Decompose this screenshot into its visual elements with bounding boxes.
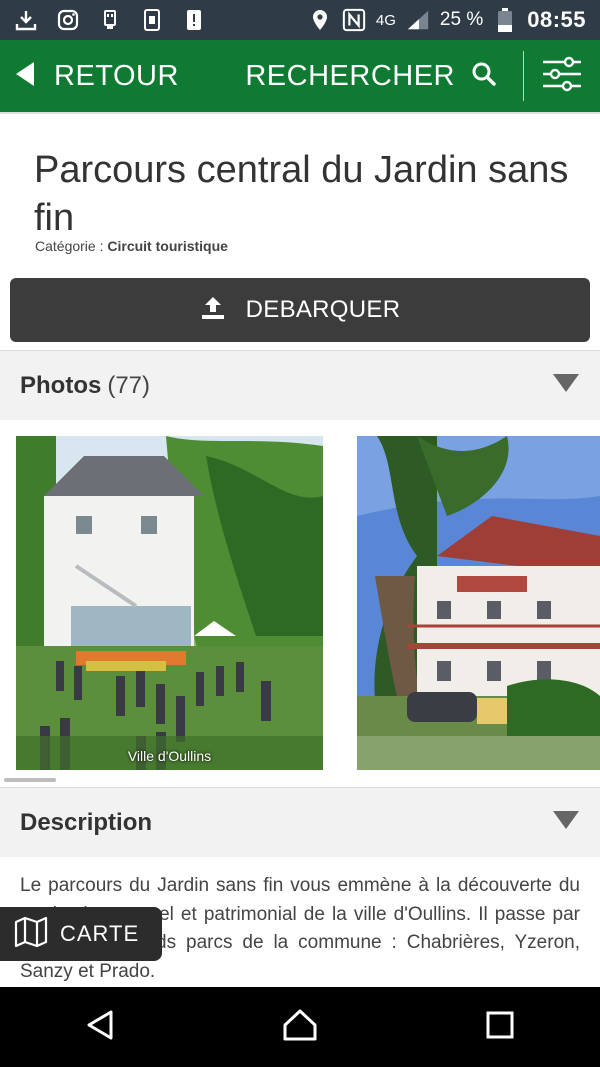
category-value: Circuit touristique: [107, 238, 228, 254]
page-title: Parcours central du Jardin sans fin: [34, 149, 569, 239]
caret-down-icon: [552, 373, 580, 398]
nav-recents-button[interactable]: [460, 987, 540, 1067]
download-icon: [14, 8, 38, 32]
photos-carousel[interactable]: Ville d'Oullins: [0, 420, 600, 790]
nav-back-button[interactable]: [60, 987, 140, 1067]
recents-icon: [485, 1010, 515, 1045]
notification-icons: [14, 8, 206, 32]
signal-icon: [406, 8, 430, 32]
sliders-icon: [541, 56, 583, 97]
app-header: RETOUR RECHERCHER: [0, 40, 600, 112]
photo-item[interactable]: [357, 436, 600, 770]
map-button[interactable]: CARTE: [0, 907, 162, 961]
home-icon: [282, 1008, 318, 1047]
network-type: 4G: [375, 11, 396, 29]
filter-settings-button[interactable]: [524, 40, 600, 112]
photos-section-header[interactable]: Photos (77): [0, 350, 600, 420]
search-button[interactable]: RECHERCHER: [245, 40, 497, 112]
carousel-scrollbar[interactable]: [4, 778, 56, 782]
battery-icon: [493, 8, 517, 32]
usb-icon: [98, 8, 122, 32]
alert-icon: [182, 8, 206, 32]
back-button[interactable]: RETOUR: [0, 40, 179, 112]
back-arrow-icon: [14, 60, 36, 93]
system-indicators: 4G 25 % 08:55: [308, 7, 586, 33]
photo-item[interactable]: Ville d'Oullins: [16, 436, 323, 770]
phone-settings-icon: [140, 8, 164, 32]
poi-detail-content[interactable]: Parcours central du Jardin sans fin Caté…: [0, 112, 600, 987]
battery-percent: 25 %: [439, 9, 484, 30]
back-button-label: RETOUR: [54, 59, 179, 92]
photo-image: [357, 436, 600, 770]
category-label: Catégorie :: [35, 238, 104, 254]
category-line: Catégorie : Circuit touristique: [35, 238, 228, 254]
caret-down-icon: [552, 810, 580, 835]
debark-button-label: DEBARQUER: [245, 296, 401, 323]
clock: 08:55: [527, 7, 586, 32]
photo-caption: Ville d'Oullins: [127, 748, 212, 764]
nfc-icon: [342, 8, 366, 32]
photo-image: [16, 436, 323, 770]
system-navigation-bar: [0, 987, 600, 1067]
search-button-label: RECHERCHER: [245, 59, 455, 92]
status-bar: 4G 25 % 08:55: [0, 0, 600, 40]
instagram-icon: [56, 8, 80, 32]
upload-icon: [200, 295, 226, 326]
search-icon: [471, 61, 497, 92]
description-section-header[interactable]: Description: [0, 787, 600, 857]
description-section-title: Description: [20, 808, 153, 836]
photos-section-title: Photos: [20, 371, 102, 399]
photos-count: (77): [107, 371, 151, 399]
nav-home-button[interactable]: [260, 987, 340, 1067]
map-button-label: CARTE: [60, 921, 140, 946]
location-icon: [308, 8, 332, 32]
nav-back-icon: [85, 1009, 115, 1046]
debark-button[interactable]: DEBARQUER: [10, 278, 590, 342]
map-icon: [14, 916, 48, 953]
